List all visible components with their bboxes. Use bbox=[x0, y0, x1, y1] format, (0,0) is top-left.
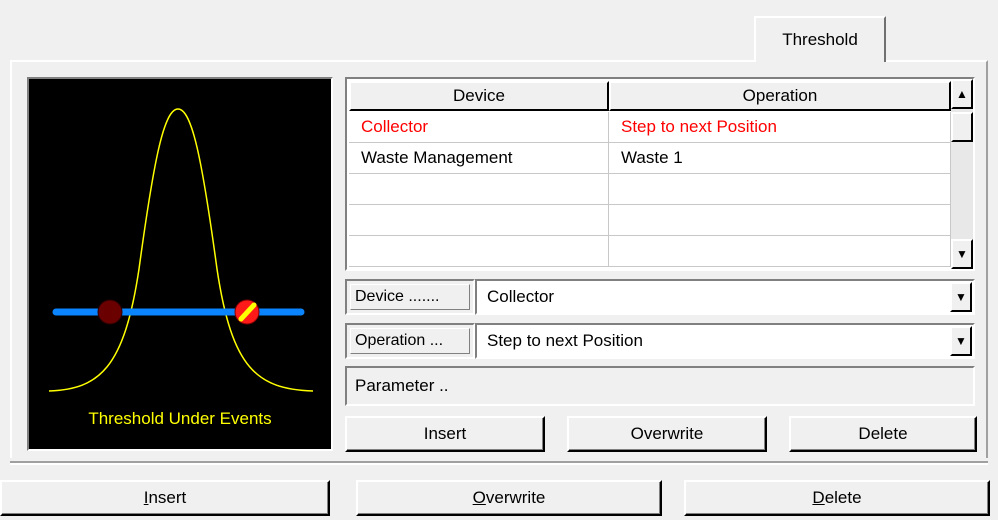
table-overwrite-label: Overwrite bbox=[630, 424, 704, 443]
cell-operation: Step to next Position bbox=[609, 112, 951, 142]
column-header-device[interactable]: Device bbox=[349, 81, 609, 111]
device-select-value: Collector bbox=[487, 287, 555, 306]
operation-dropdown-button[interactable]: ▼ bbox=[950, 326, 972, 356]
scroll-down-button[interactable]: ▼ bbox=[951, 239, 973, 269]
operation-select-value: Step to next Position bbox=[487, 331, 643, 350]
insert-button[interactable]: Insert bbox=[0, 480, 330, 516]
cell-device: Waste Management bbox=[349, 143, 609, 173]
insert-label: nsert bbox=[148, 488, 187, 507]
device-dropdown-button[interactable]: ▼ bbox=[950, 282, 972, 312]
operation-label-box: Operation ... bbox=[345, 323, 475, 359]
threshold-marker-left bbox=[97, 299, 123, 325]
table-row[interactable] bbox=[349, 174, 951, 205]
threshold-graphic: Threshold Under Events bbox=[27, 77, 333, 451]
table-delete-label: Delete bbox=[858, 424, 908, 443]
scroll-up-button[interactable]: ▲ bbox=[951, 79, 973, 109]
overwrite-accelerator: O bbox=[472, 488, 486, 507]
table-row[interactable]: Waste Management Waste 1 bbox=[349, 143, 951, 174]
table-insert-label: Insert bbox=[423, 424, 467, 443]
cell-operation bbox=[609, 205, 951, 235]
table-row[interactable] bbox=[349, 236, 951, 267]
separator bbox=[10, 461, 988, 465]
table-row[interactable]: Collector Step to next Position bbox=[349, 112, 951, 143]
table-delete-button[interactable]: Delete bbox=[789, 416, 977, 452]
device-label: Device ....... bbox=[350, 284, 470, 310]
table-overwrite-button[interactable]: Overwrite bbox=[567, 416, 767, 452]
cell-operation bbox=[609, 174, 951, 204]
threshold-curve-graphic bbox=[48, 108, 314, 392]
scroll-thumb[interactable] bbox=[951, 112, 973, 142]
device-select[interactable]: Collector ▼ bbox=[475, 279, 975, 315]
delete-accelerator: D bbox=[812, 488, 825, 507]
cell-operation bbox=[609, 236, 951, 266]
delete-label: elete bbox=[824, 488, 862, 507]
tab-threshold[interactable]: Threshold bbox=[754, 16, 886, 62]
table-header: Device Operation bbox=[349, 81, 951, 111]
gaussian-curve bbox=[48, 108, 314, 392]
delete-button[interactable]: Delete bbox=[684, 480, 990, 516]
arrow-down-icon: ▼ bbox=[956, 247, 968, 261]
cell-device bbox=[349, 174, 609, 204]
chevron-down-icon: ▼ bbox=[955, 334, 967, 348]
overwrite-button[interactable]: Overwrite bbox=[356, 480, 662, 516]
cell-device: Collector bbox=[349, 112, 609, 142]
overwrite-label: verwrite bbox=[485, 488, 546, 507]
arrow-up-icon: ▲ bbox=[956, 87, 968, 101]
graphic-label: Threshold Under Events bbox=[88, 409, 272, 428]
table-row[interactable] bbox=[349, 205, 951, 236]
operation-select[interactable]: Step to next Position ▼ bbox=[475, 323, 975, 359]
operation-label: Operation ... bbox=[350, 328, 470, 354]
column-header-operation[interactable]: Operation bbox=[609, 81, 951, 111]
cell-device bbox=[349, 205, 609, 235]
parameter-field[interactable]: Parameter .. bbox=[345, 366, 975, 406]
tab-threshold-label: Threshold bbox=[782, 30, 858, 49]
cell-device bbox=[349, 236, 609, 266]
table-scrollbar[interactable]: ▲ ▼ bbox=[951, 79, 973, 269]
cell-operation: Waste 1 bbox=[609, 143, 951, 173]
chevron-down-icon: ▼ bbox=[955, 290, 967, 304]
event-table: Device Operation Collector Step to next … bbox=[345, 77, 975, 271]
device-label-box: Device ....... bbox=[345, 279, 475, 315]
table-insert-button[interactable]: Insert bbox=[345, 416, 545, 452]
parameter-label: Parameter .. bbox=[355, 376, 449, 395]
